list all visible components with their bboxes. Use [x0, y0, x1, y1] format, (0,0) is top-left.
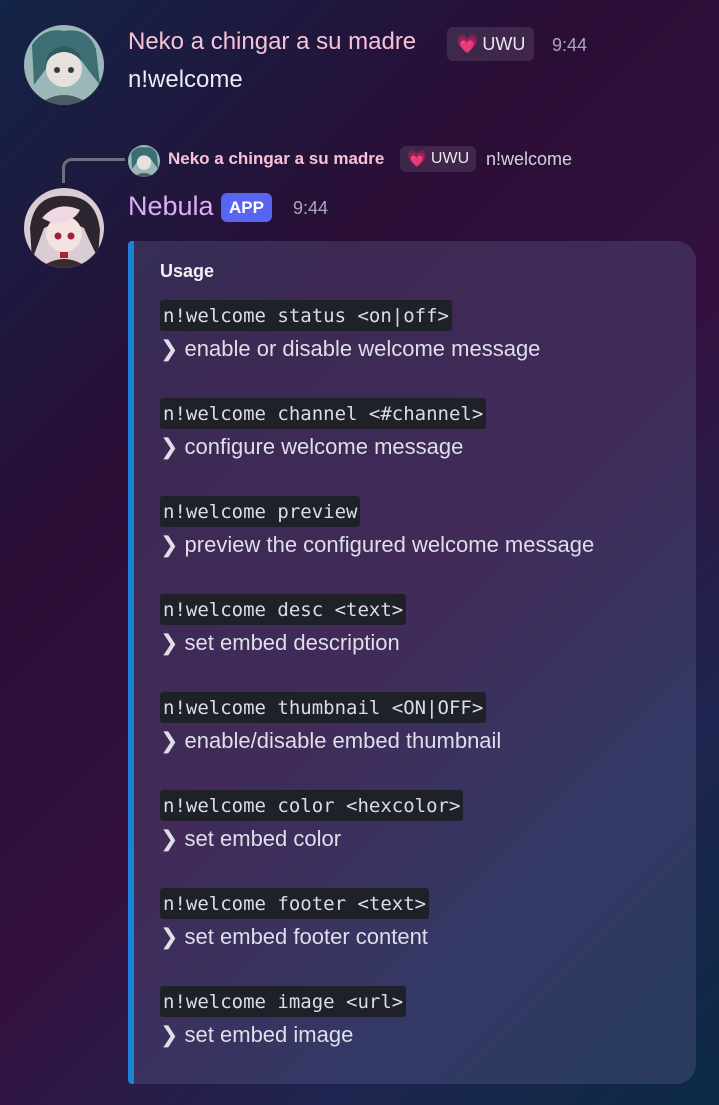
author-name[interactable]: Neko a chingar a su madre	[128, 28, 416, 56]
message-content: n!welcome	[128, 66, 243, 93]
command-code: n!welcome thumbnail <ON|OFF>	[160, 692, 487, 723]
command-code: n!welcome image <url>	[160, 986, 407, 1017]
command-description: ❯ preview the configured welcome message	[160, 532, 595, 557]
reply-content[interactable]: n!welcome	[486, 149, 572, 170]
embed-title: Usage	[160, 261, 215, 281]
command-code: n!welcome status <on|off>	[160, 300, 452, 331]
role-badge[interactable]: 💗 UWU	[447, 27, 535, 61]
command-description: ❯ enable or disable welcome message	[160, 336, 541, 361]
timestamp[interactable]: 9:44	[293, 198, 328, 219]
bot-name[interactable]: Nebula	[128, 191, 214, 222]
app-badge: APP	[221, 193, 272, 222]
heart-icon: 💗	[456, 33, 479, 54]
timestamp[interactable]: 9:44	[552, 35, 587, 56]
reply-role-badge-label: UWU	[430, 150, 470, 167]
bot-avatar[interactable]	[24, 188, 104, 268]
reply-author-name[interactable]: Neko a chingar a su madre	[168, 149, 384, 169]
command-code: n!welcome desc <text>	[160, 594, 407, 625]
command-code: n!welcome channel <#channel>	[160, 398, 487, 429]
command-description: ❯ set embed image	[160, 1022, 354, 1047]
command-description: ❯ enable/disable embed thumbnail	[160, 728, 502, 753]
heart-icon: 💗	[407, 151, 427, 168]
command-code: n!welcome footer <text>	[160, 888, 430, 919]
command-description: ❯ configure welcome message	[160, 434, 464, 459]
reply-avatar[interactable]	[128, 145, 160, 177]
command-description: ❯ set embed description	[160, 630, 400, 655]
command-code: n!welcome preview	[160, 496, 361, 527]
command-description: ❯ set embed footer content	[160, 924, 428, 949]
role-badge-label: UWU	[482, 33, 526, 54]
command-description: ❯ set embed color	[160, 826, 342, 851]
reply-role-badge: 💗 UWU	[400, 146, 477, 172]
usage-embed: Usage n!welcome status <on|off> ❯ enable…	[128, 241, 696, 1084]
command-code: n!welcome color <hexcolor>	[160, 790, 464, 821]
user-avatar[interactable]	[24, 25, 104, 105]
reply-connector	[62, 158, 125, 183]
